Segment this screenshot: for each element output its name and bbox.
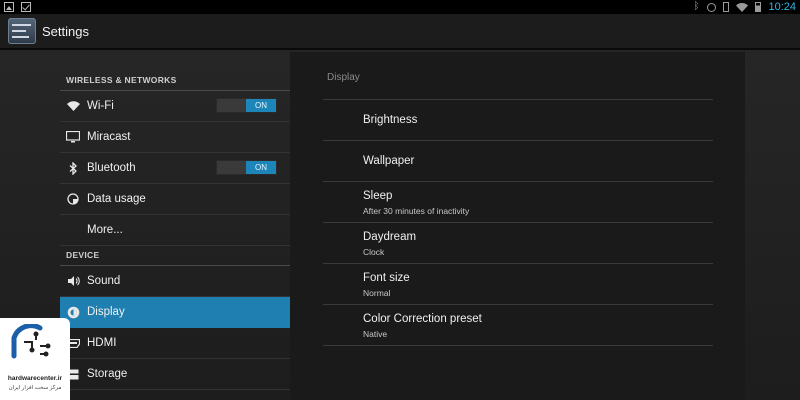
sidebar-item-data-usage[interactable]: Data usage	[60, 184, 290, 215]
pref-daydream[interactable]: Daydream Clock	[323, 223, 713, 264]
system-icons: ᛒ 10:24	[693, 1, 796, 13]
toggle-state: ON	[246, 99, 276, 112]
wifi-toggle[interactable]: ON	[216, 98, 277, 113]
pref-brightness[interactable]: Brightness	[323, 100, 713, 141]
brightness-icon	[66, 305, 80, 319]
sidebar-item-label: Sound	[87, 275, 121, 287]
sidebar-item-storage[interactable]: Storage	[60, 359, 290, 390]
status-bar: ᛒ 10:24	[0, 0, 800, 14]
sidebar-item-label: Bluetooth	[87, 162, 136, 174]
sidebar-item-sound[interactable]: Sound	[60, 266, 290, 297]
sidebar-item-display[interactable]: Display	[60, 297, 290, 328]
pref-title: Font size	[363, 272, 410, 284]
pref-sleep[interactable]: Sleep After 30 minutes of inactivity	[323, 182, 713, 223]
bluetooth-icon	[66, 161, 80, 175]
pref-title: Daydream	[363, 231, 417, 243]
wifi-icon	[66, 99, 80, 113]
page-title: Settings	[42, 23, 89, 39]
sidebar-item-miracast[interactable]: Miracast	[60, 122, 290, 153]
sync-icon	[707, 2, 717, 12]
display-screen-icon	[66, 130, 80, 144]
pref-summary: Normal	[363, 288, 391, 298]
pane-title: Display	[327, 72, 360, 83]
pref-title: Wallpaper	[363, 155, 415, 167]
bluetooth-toggle[interactable]: ON	[216, 160, 277, 175]
settings-headers-list: WIRELESS & NETWORKS Wi-Fi ON Miracast Bl…	[60, 50, 290, 400]
sidebar-item-label: HDMI	[87, 337, 117, 349]
site-watermark: hardwarecenter.ir مرکز سخت افزار ایران	[0, 318, 70, 400]
watermark-subtitle: مرکز سخت افزار ایران	[8, 385, 62, 391]
sidebar-item-label: Display	[87, 306, 125, 318]
pref-summary: Native	[363, 329, 388, 339]
category-device: DEVICE	[60, 246, 290, 266]
sidebar-item-more[interactable]: More...	[60, 215, 290, 246]
sidebar-item-label: Wi-Fi	[87, 100, 114, 112]
sidebar-item-bluetooth[interactable]: Bluetooth ON	[60, 153, 290, 184]
pref-font-size[interactable]: Font size Normal	[323, 264, 713, 305]
action-bar: Settings	[0, 14, 800, 50]
settings-app-icon[interactable]	[8, 18, 36, 44]
toggle-state: ON	[246, 161, 276, 174]
vibrate-icon	[723, 2, 730, 12]
settings-content: WIRELESS & NETWORKS Wi-Fi ON Miracast Bl…	[0, 50, 800, 400]
pref-wallpaper[interactable]: Wallpaper	[323, 141, 713, 182]
sidebar-item-label: Miracast	[87, 131, 131, 143]
sidebar-item-hdmi[interactable]: HDMI	[60, 328, 290, 359]
status-time: 10:24	[768, 1, 796, 13]
bluetooth-icon: ᛒ	[693, 1, 700, 12]
wifi-icon	[736, 2, 749, 12]
pref-color-correction-preset[interactable]: Color Correction preset Native	[323, 305, 713, 346]
speaker-icon	[66, 274, 80, 288]
display-settings-pane: Display Brightness Wallpaper Sleep After…	[290, 52, 745, 400]
pref-title: Color Correction preset	[363, 313, 482, 325]
sidebar-item-label: More...	[87, 224, 123, 236]
pref-summary: After 30 minutes of inactivity	[363, 206, 470, 216]
sidebar-item-wifi[interactable]: Wi-Fi ON	[60, 91, 290, 122]
pref-title: Brightness	[363, 114, 418, 126]
image-notification-icon[interactable]	[4, 2, 14, 12]
battery-icon	[755, 2, 762, 12]
checkbox-notification-icon[interactable]	[21, 2, 31, 12]
notification-icons	[4, 2, 31, 12]
watermark-site: hardwarecenter.ir	[7, 375, 63, 382]
pref-summary: Clock	[363, 247, 385, 257]
sidebar-item-label: Data usage	[87, 193, 146, 205]
pref-title: Sleep	[363, 190, 393, 202]
data-usage-icon	[66, 192, 80, 206]
watermark-logo-icon	[11, 324, 51, 359]
category-wireless-networks: WIRELESS & NETWORKS	[60, 71, 290, 91]
sidebar-item-label: Storage	[87, 368, 128, 380]
